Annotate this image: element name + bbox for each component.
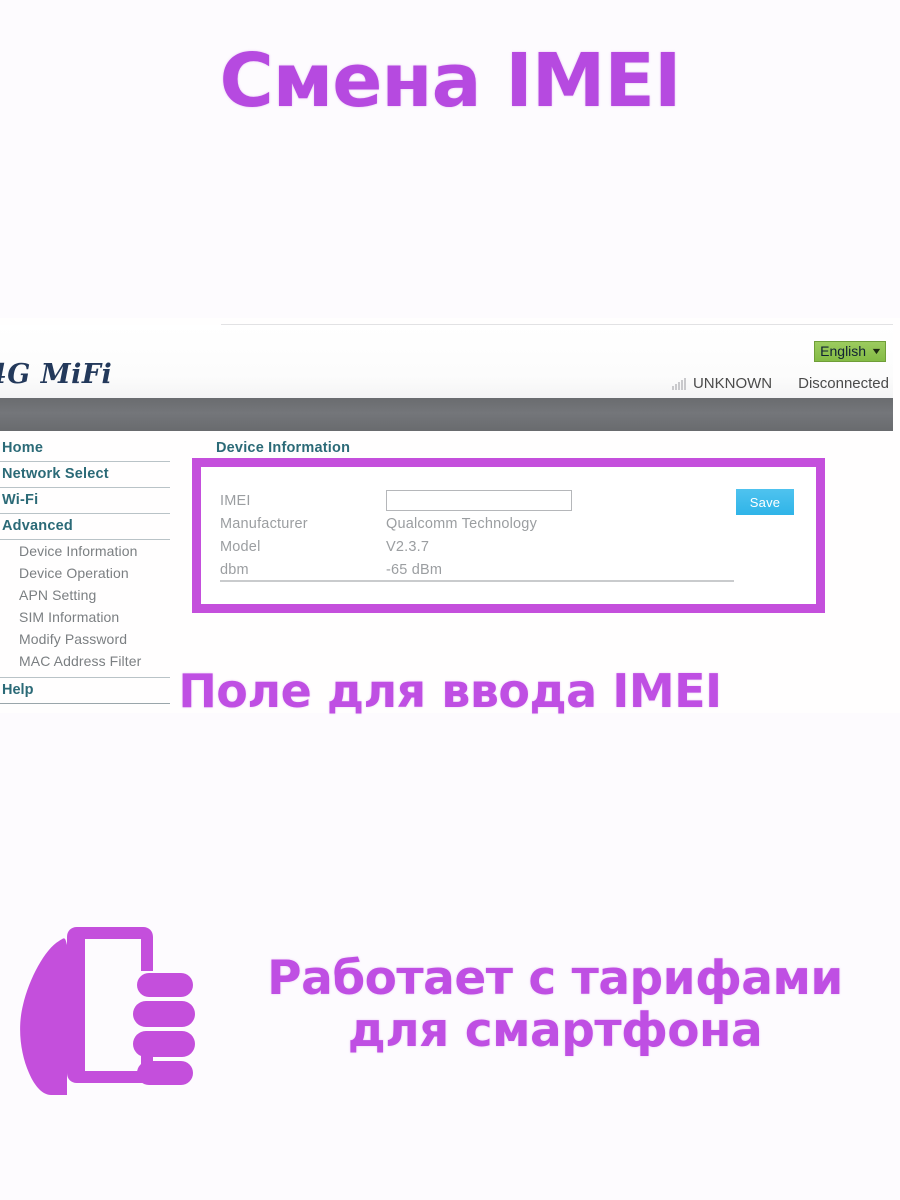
- form-row-model: Model V2.3.7: [201, 535, 816, 558]
- save-button[interactable]: Save: [736, 489, 794, 515]
- manufacturer-label: Manufacturer: [220, 515, 308, 532]
- imei-highlight-box: IMEI Manufacturer Qualcomm Technology Mo…: [192, 458, 825, 613]
- sidebar-item-network-select[interactable]: Network Select: [0, 462, 170, 488]
- chevron-down-icon: ▼: [870, 345, 883, 356]
- router-admin-screenshot: 4G MiFi English ▼ UNKNOWN Disconnected H…: [0, 318, 900, 713]
- imei-input[interactable]: [386, 490, 572, 511]
- nav-bar: [0, 398, 893, 431]
- dbm-label: dbm: [220, 561, 249, 578]
- status-area: UNKNOWN Disconnected: [671, 375, 889, 392]
- sidebar-item-modify-password[interactable]: Modify Password: [0, 628, 170, 650]
- sidebar-item-home[interactable]: Home: [0, 436, 170, 462]
- model-label: Model: [220, 538, 261, 555]
- sidebar-item-device-operation[interactable]: Device Operation: [0, 562, 170, 584]
- caption-bottom-line-2: для смартфона: [347, 1003, 763, 1058]
- signal-status: UNKNOWN: [671, 375, 773, 392]
- network-name: UNKNOWN: [692, 375, 773, 392]
- sidebar-item-apn-setting[interactable]: APN Setting: [0, 584, 170, 606]
- sidebar-item-wifi[interactable]: Wi-Fi: [0, 488, 170, 514]
- sidebar-item-device-information[interactable]: Device Information: [0, 540, 170, 562]
- router-header: 4G MiFi English ▼ UNKNOWN Disconnected: [0, 325, 893, 398]
- language-select[interactable]: English ▼: [814, 341, 886, 363]
- sidebar-item-sim-information[interactable]: SIM Information: [0, 606, 170, 628]
- form-row-imei: IMEI: [201, 489, 816, 512]
- device-information-form: IMEI Manufacturer Qualcomm Technology Mo…: [201, 467, 816, 604]
- panel-title: Device Information: [216, 440, 351, 456]
- sidebar-item-advanced[interactable]: Advanced: [0, 514, 170, 540]
- dbm-value: -65 dBm: [386, 561, 443, 578]
- model-value: V2.3.7: [386, 538, 430, 555]
- panel-divider: [220, 580, 734, 582]
- language-select-value: English: [820, 343, 867, 359]
- signal-bars-icon: [671, 377, 686, 390]
- caption-middle: Поле для ввода IMEI: [178, 664, 722, 718]
- manufacturer-value: Qualcomm Technology: [386, 515, 538, 532]
- form-row-manufacturer: Manufacturer Qualcomm Technology: [201, 512, 816, 535]
- brand-logo: 4G MiFi: [0, 359, 113, 390]
- caption-bottom: Работает с тарифами для смартфона: [230, 953, 900, 1056]
- caption-bottom-line-1: Работает с тарифами: [267, 951, 843, 1007]
- page-title: Смена IMEI: [219, 38, 681, 124]
- imei-label: IMEI: [220, 492, 251, 509]
- hand-holding-phone-icon: [0, 905, 230, 1105]
- bottom-promo-block: Работает с тарифами для смартфона: [0, 900, 900, 1110]
- form-row-dbm: dbm -65 dBm: [201, 558, 816, 581]
- connection-status: Disconnected: [798, 375, 889, 392]
